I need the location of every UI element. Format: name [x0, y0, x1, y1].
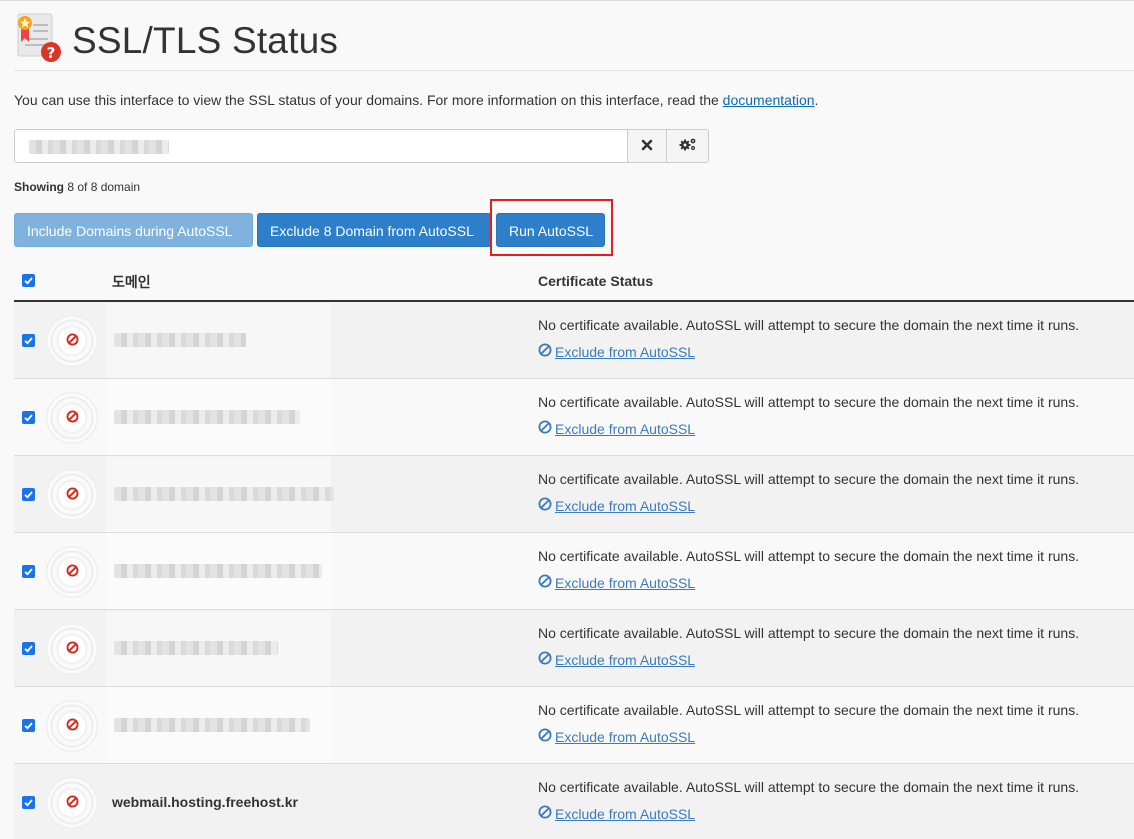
redacted-domain: [106, 688, 331, 763]
ban-link-icon: [538, 420, 552, 437]
exclude-link-label: Exclude from AutoSSL: [555, 651, 696, 668]
redacted-domain: [106, 457, 334, 532]
row-checkbox[interactable]: [22, 334, 35, 347]
highlight-box: [490, 199, 613, 256]
exclude-from-autossl-link[interactable]: Exclude from AutoSSL: [538, 343, 695, 360]
ban-link-icon: [538, 651, 552, 668]
row-checkbox[interactable]: [22, 719, 35, 732]
column-header-domain[interactable]: 도메인: [112, 272, 151, 292]
table-row: No certificate available. AutoSSL will a…: [14, 687, 1134, 764]
close-icon: [641, 138, 653, 155]
redacted-domain: [106, 611, 331, 686]
gears-icon: [679, 137, 697, 155]
certificate-status-text: No certificate available. AutoSSL will a…: [538, 471, 1080, 487]
certificate-status-text: No certificate available. AutoSSL will a…: [538, 317, 1080, 333]
redacted-domain: [106, 534, 331, 609]
ban-icon: [66, 795, 79, 811]
showing-label: Showing: [14, 180, 64, 194]
search-group: [14, 129, 709, 163]
table-header: 도메인 Certificate Status: [14, 262, 1134, 302]
ban-icon: [66, 564, 79, 580]
page-header: ? SSL/TLS Status: [14, 8, 1134, 71]
showing-count: Showing 8 of 8 domain: [14, 180, 140, 194]
exclude-domains-button[interactable]: Exclude 8 Domain from AutoSSL: [257, 213, 492, 247]
exclude-link-label: Exclude from AutoSSL: [555, 805, 696, 822]
redacted-domain: [106, 380, 331, 455]
status-ring: [46, 315, 98, 367]
intro-text: You can use this interface to view the S…: [14, 90, 1124, 110]
row-checkbox[interactable]: [22, 642, 35, 655]
status-ring: [46, 623, 98, 675]
column-header-status[interactable]: Certificate Status: [538, 273, 653, 289]
table-row: No certificate available. AutoSSL will a…: [14, 533, 1134, 610]
ban-icon: [66, 487, 79, 503]
intro-end: .: [814, 92, 819, 108]
exclude-link-label: Exclude from AutoSSL: [555, 497, 696, 514]
showing-count-text: 8 of 8 domain: [67, 180, 141, 194]
exclude-link-label: Exclude from AutoSSL: [555, 728, 696, 745]
certificate-status-text: No certificate available. AutoSSL will a…: [538, 625, 1080, 641]
redacted-domain: [106, 303, 331, 378]
intro-body: You can use this interface to view the S…: [14, 92, 723, 108]
search-options-button[interactable]: [667, 129, 709, 163]
status-ring: [46, 469, 98, 521]
exclude-link-label: Exclude from AutoSSL: [555, 574, 696, 591]
ban-link-icon: [538, 805, 552, 822]
status-ring: [46, 546, 98, 598]
select-all-checkbox[interactable]: [22, 274, 35, 287]
table-row: No certificate available. AutoSSL will a…: [14, 302, 1134, 379]
ban-link-icon: [538, 574, 552, 591]
certificate-status-text: No certificate available. AutoSSL will a…: [538, 548, 1080, 564]
table-row: No certificate available. AutoSSL will a…: [14, 379, 1134, 456]
table-row: No certificate available. AutoSSL will a…: [14, 610, 1134, 687]
ban-link-icon: [538, 497, 552, 514]
documentation-link[interactable]: documentation: [723, 92, 815, 108]
include-domains-button[interactable]: Include Domains during AutoSSL: [14, 213, 253, 247]
exclude-from-autossl-link[interactable]: Exclude from AutoSSL: [538, 728, 695, 745]
exclude-from-autossl-link[interactable]: Exclude from AutoSSL: [538, 574, 695, 591]
exclude-from-autossl-link[interactable]: Exclude from AutoSSL: [538, 497, 695, 514]
ban-icon: [66, 333, 79, 349]
certificate-status-text: No certificate available. AutoSSL will a…: [538, 779, 1080, 795]
domain-name: webmail.hosting.freehost.kr: [112, 794, 298, 810]
status-ring: [46, 700, 98, 752]
ban-icon: [66, 641, 79, 657]
redacted-search-text: [29, 140, 169, 154]
exclude-from-autossl-link[interactable]: Exclude from AutoSSL: [538, 420, 695, 437]
row-checkbox[interactable]: [22, 796, 35, 809]
ban-icon: [66, 718, 79, 734]
row-checkbox[interactable]: [22, 488, 35, 501]
status-ring: [46, 777, 98, 829]
ban-link-icon: [538, 343, 552, 360]
exclude-link-label: Exclude from AutoSSL: [555, 420, 696, 437]
ssl-certificate-icon: ?: [16, 12, 62, 62]
ban-link-icon: [538, 728, 552, 745]
row-checkbox[interactable]: [22, 565, 35, 578]
status-ring: [46, 392, 98, 444]
page-title: SSL/TLS Status: [72, 20, 339, 61]
certificate-status-text: No certificate available. AutoSSL will a…: [538, 702, 1080, 718]
ban-icon: [66, 410, 79, 426]
certificate-status-text: No certificate available. AutoSSL will a…: [538, 394, 1080, 410]
domains-table: 도메인 Certificate Status No certificate av…: [14, 262, 1134, 839]
table-row: No certificate available. AutoSSL will a…: [14, 456, 1134, 533]
top-rule: [0, 0, 1134, 1]
clear-search-button[interactable]: [627, 129, 667, 163]
table-row: webmail.hosting.freehost.kr No certifica…: [14, 764, 1134, 839]
exclude-from-autossl-link[interactable]: Exclude from AutoSSL: [538, 805, 695, 822]
exclude-from-autossl-link[interactable]: Exclude from AutoSSL: [538, 651, 695, 668]
svg-text:?: ?: [47, 44, 56, 62]
row-checkbox[interactable]: [22, 411, 35, 424]
search-input[interactable]: [14, 129, 627, 163]
exclude-link-label: Exclude from AutoSSL: [555, 343, 696, 360]
